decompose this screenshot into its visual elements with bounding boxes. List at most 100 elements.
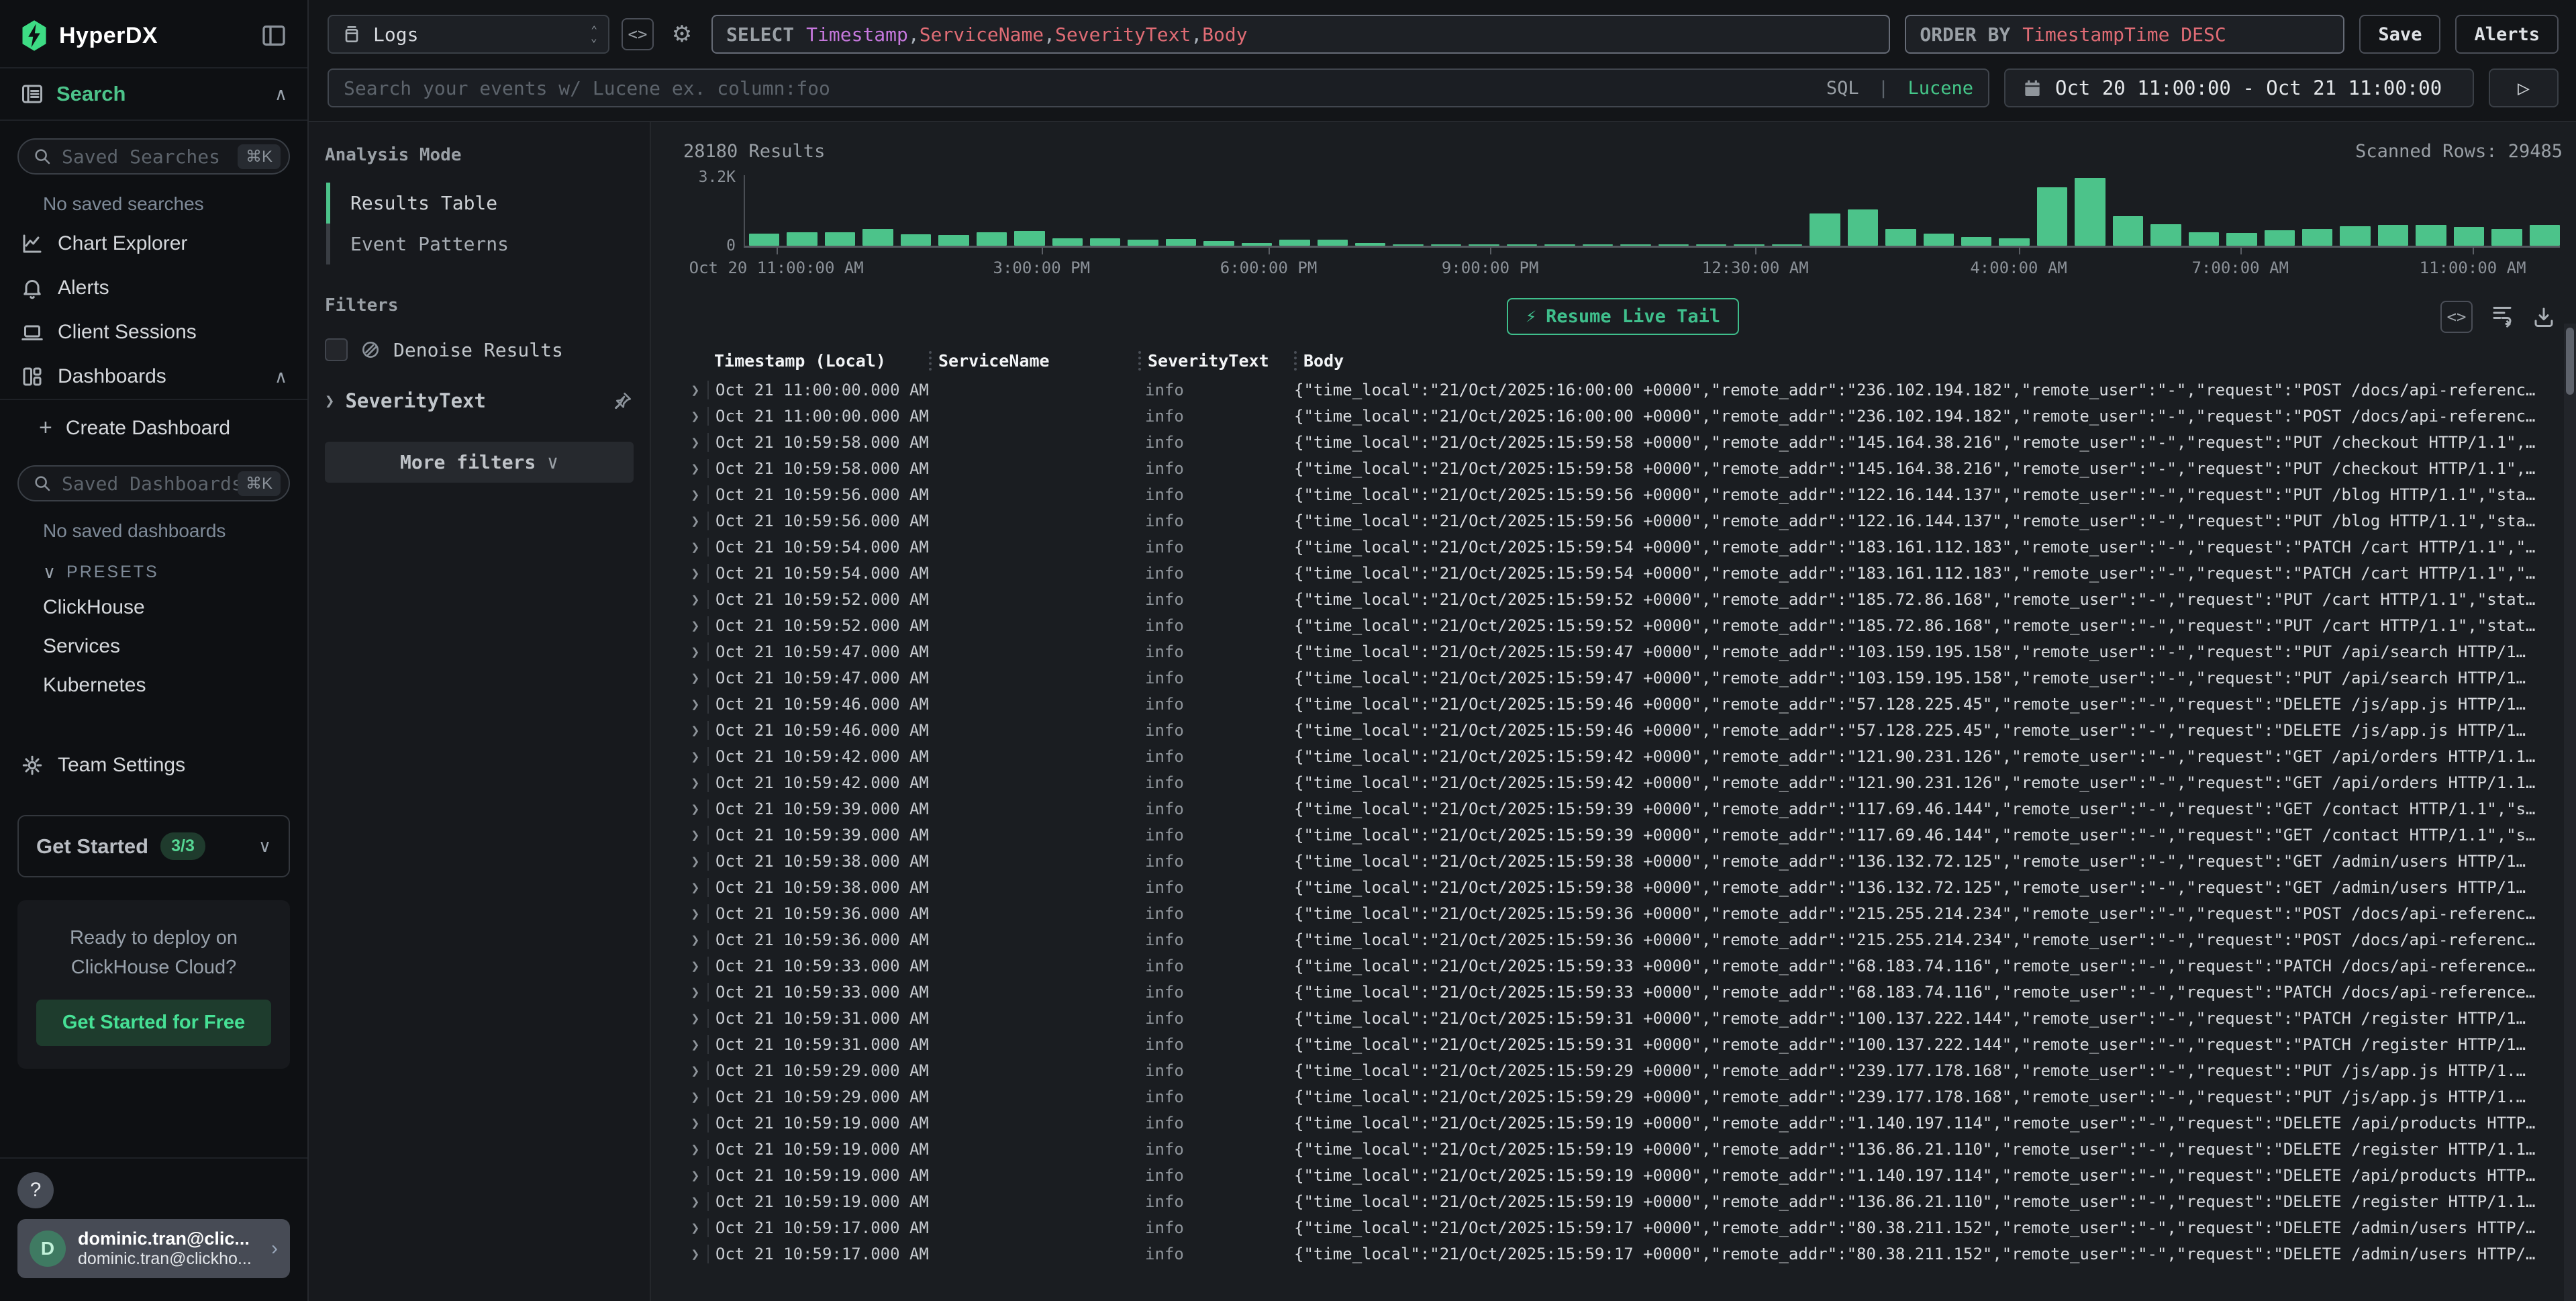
histogram-bar[interactable] bbox=[1166, 239, 1196, 246]
mode-event-patterns[interactable]: Event Patterns bbox=[326, 224, 634, 264]
table-row[interactable]: ❯ Oct 21 10:59:19.000 AM info {"time_loc… bbox=[683, 1162, 2563, 1188]
histogram-bar[interactable] bbox=[1128, 240, 1158, 246]
sidebar-item-dashboards[interactable]: Dashboards ∧ bbox=[0, 354, 307, 399]
col-severitytext[interactable]: SeverityText bbox=[1138, 351, 1294, 371]
histogram-bar[interactable] bbox=[1734, 244, 1764, 246]
chevron-up-icon[interactable]: ∧ bbox=[275, 367, 287, 387]
table-row[interactable]: ❯ Oct 21 10:59:33.000 AM info {"time_loc… bbox=[683, 953, 2563, 979]
histogram-bar[interactable] bbox=[1924, 234, 1954, 246]
severity-filter-group[interactable]: ❯ SeverityText bbox=[325, 389, 634, 412]
edit-sql-icon[interactable]: <> bbox=[622, 18, 654, 50]
histogram-bar[interactable] bbox=[2302, 229, 2332, 246]
table-row[interactable]: ❯ Oct 21 10:59:38.000 AM info {"time_loc… bbox=[683, 874, 2563, 900]
expand-row-icon[interactable]: ❯ bbox=[683, 749, 707, 765]
table-row[interactable]: ❯ Oct 21 10:59:36.000 AM info {"time_loc… bbox=[683, 926, 2563, 953]
column-config-icon[interactable]: <> bbox=[2440, 301, 2473, 333]
expand-row-icon[interactable]: ❯ bbox=[683, 408, 707, 424]
get-started-free-button[interactable]: Get Started for Free bbox=[36, 1000, 271, 1046]
source-select[interactable]: Logs ⌃⌃ bbox=[328, 15, 609, 54]
table-row[interactable]: ❯ Oct 21 10:59:31.000 AM info {"time_loc… bbox=[683, 1005, 2563, 1031]
histogram-bar[interactable] bbox=[1658, 244, 1689, 246]
expand-row-icon[interactable]: ❯ bbox=[683, 1037, 707, 1053]
expand-row-icon[interactable]: ❯ bbox=[683, 1220, 707, 1236]
histogram-bar[interactable] bbox=[1431, 244, 1461, 246]
sql-toggle[interactable]: SQL bbox=[1826, 78, 1859, 99]
histogram-bar[interactable] bbox=[2454, 227, 2484, 246]
expand-row-icon[interactable]: ❯ bbox=[683, 722, 707, 738]
expand-row-icon[interactable]: ❯ bbox=[683, 1115, 707, 1131]
table-row[interactable]: ❯ Oct 21 10:59:31.000 AM info {"time_loc… bbox=[683, 1031, 2563, 1057]
table-row[interactable]: ❯ Oct 21 10:59:39.000 AM info {"time_loc… bbox=[683, 796, 2563, 822]
table-row[interactable]: ❯ Oct 21 10:59:19.000 AM info {"time_loc… bbox=[683, 1188, 2563, 1214]
histogram-bar[interactable] bbox=[1355, 243, 1385, 246]
expand-row-icon[interactable]: ❯ bbox=[683, 1063, 707, 1079]
table-row[interactable]: ❯ Oct 21 10:59:36.000 AM info {"time_loc… bbox=[683, 900, 2563, 926]
histogram-bar[interactable] bbox=[1393, 244, 1423, 246]
expand-row-icon[interactable]: ❯ bbox=[683, 1089, 707, 1105]
histogram-bar[interactable] bbox=[2340, 226, 2370, 246]
table-row[interactable]: ❯ Oct 21 11:00:00.000 AM info {"time_loc… bbox=[683, 403, 2563, 429]
table-row[interactable]: ❯ Oct 21 10:59:42.000 AM info {"time_loc… bbox=[683, 743, 2563, 769]
histogram-bar[interactable] bbox=[2265, 230, 2295, 246]
histogram-bar[interactable] bbox=[977, 232, 1007, 246]
download-icon[interactable] bbox=[2532, 305, 2556, 329]
saved-searches-input[interactable]: Saved Searches ⌘K bbox=[17, 138, 290, 175]
expand-row-icon[interactable]: ❯ bbox=[683, 801, 707, 817]
col-servicename[interactable]: ServiceName bbox=[929, 351, 1138, 371]
histogram-bar[interactable] bbox=[1810, 213, 1840, 246]
table-row[interactable]: ❯ Oct 21 10:59:46.000 AM info {"time_loc… bbox=[683, 691, 2563, 717]
histogram-bar[interactable] bbox=[1318, 240, 1348, 246]
event-search-field[interactable]: SQL | Lucene bbox=[328, 68, 1989, 107]
expand-row-icon[interactable]: ❯ bbox=[683, 382, 707, 398]
histogram-bar[interactable] bbox=[901, 234, 931, 246]
histogram-bar[interactable] bbox=[1999, 238, 2029, 246]
alerts-button[interactable]: Alerts bbox=[2455, 15, 2559, 54]
histogram-bar[interactable] bbox=[1279, 240, 1309, 246]
preset-services[interactable]: Services bbox=[0, 627, 307, 666]
histogram-bar[interactable] bbox=[1014, 231, 1044, 246]
denoise-checkbox[interactable] bbox=[325, 338, 348, 361]
histogram-bar[interactable] bbox=[1544, 244, 1575, 246]
table-row[interactable]: ❯ Oct 21 10:59:47.000 AM info {"time_loc… bbox=[683, 638, 2563, 665]
histogram-bar[interactable] bbox=[1961, 237, 1991, 246]
expand-row-icon[interactable]: ❯ bbox=[683, 461, 707, 477]
get-started-toggle[interactable]: Get Started 3/3 ∨ bbox=[17, 815, 290, 877]
more-filters-button[interactable]: More filters ∨ bbox=[325, 442, 634, 483]
histogram-bar[interactable] bbox=[938, 235, 969, 246]
histogram-bar[interactable] bbox=[1848, 209, 1878, 246]
histogram-bar[interactable] bbox=[825, 232, 855, 246]
histogram-bar[interactable] bbox=[1052, 238, 1083, 246]
table-row[interactable]: ❯ Oct 21 10:59:58.000 AM info {"time_loc… bbox=[683, 429, 2563, 455]
histogram-bar[interactable] bbox=[787, 232, 817, 246]
histogram-bar[interactable] bbox=[2491, 229, 2522, 246]
histogram-bar[interactable] bbox=[2075, 178, 2105, 246]
sidebar-item-team-settings[interactable]: Team Settings bbox=[0, 736, 307, 795]
histogram-bar[interactable] bbox=[2150, 224, 2181, 246]
histogram-bar[interactable] bbox=[2189, 232, 2219, 246]
create-dashboard-button[interactable]: + Create Dashboard bbox=[0, 400, 307, 448]
histogram-bar[interactable] bbox=[1620, 244, 1650, 246]
table-row[interactable]: ❯ Oct 21 10:59:47.000 AM info {"time_loc… bbox=[683, 665, 2563, 691]
denoise-results-toggle[interactable]: Denoise Results bbox=[325, 338, 634, 361]
expand-row-icon[interactable]: ❯ bbox=[683, 1167, 707, 1184]
table-row[interactable]: ❯ Oct 21 10:59:19.000 AM info {"time_loc… bbox=[683, 1110, 2563, 1136]
run-query-button[interactable]: ▷ bbox=[2489, 68, 2559, 107]
histogram-bar[interactable] bbox=[1885, 229, 1916, 246]
expand-row-icon[interactable]: ❯ bbox=[683, 853, 707, 869]
histogram-bar[interactable] bbox=[1469, 244, 1499, 246]
expand-row-icon[interactable]: ❯ bbox=[683, 984, 707, 1000]
histogram-bar[interactable] bbox=[2037, 187, 2067, 246]
expand-row-icon[interactable]: ❯ bbox=[683, 539, 707, 555]
expand-row-icon[interactable]: ❯ bbox=[683, 775, 707, 791]
expand-row-icon[interactable]: ❯ bbox=[683, 1246, 707, 1262]
table-row[interactable]: ❯ Oct 21 10:59:38.000 AM info {"time_loc… bbox=[683, 848, 2563, 874]
histogram-bar[interactable] bbox=[2378, 225, 2408, 246]
preset-clickhouse[interactable]: ClickHouse bbox=[0, 588, 307, 627]
expand-row-icon[interactable]: ❯ bbox=[683, 565, 707, 581]
col-body[interactable]: Body bbox=[1294, 351, 2563, 371]
scrollbar-thumb[interactable] bbox=[2566, 328, 2574, 395]
wrap-lines-icon[interactable] bbox=[2490, 305, 2514, 329]
help-button[interactable]: ? bbox=[17, 1172, 54, 1208]
histogram-bar[interactable] bbox=[1696, 244, 1726, 246]
table-row[interactable]: ❯ Oct 21 10:59:17.000 AM info {"time_loc… bbox=[683, 1241, 2563, 1267]
